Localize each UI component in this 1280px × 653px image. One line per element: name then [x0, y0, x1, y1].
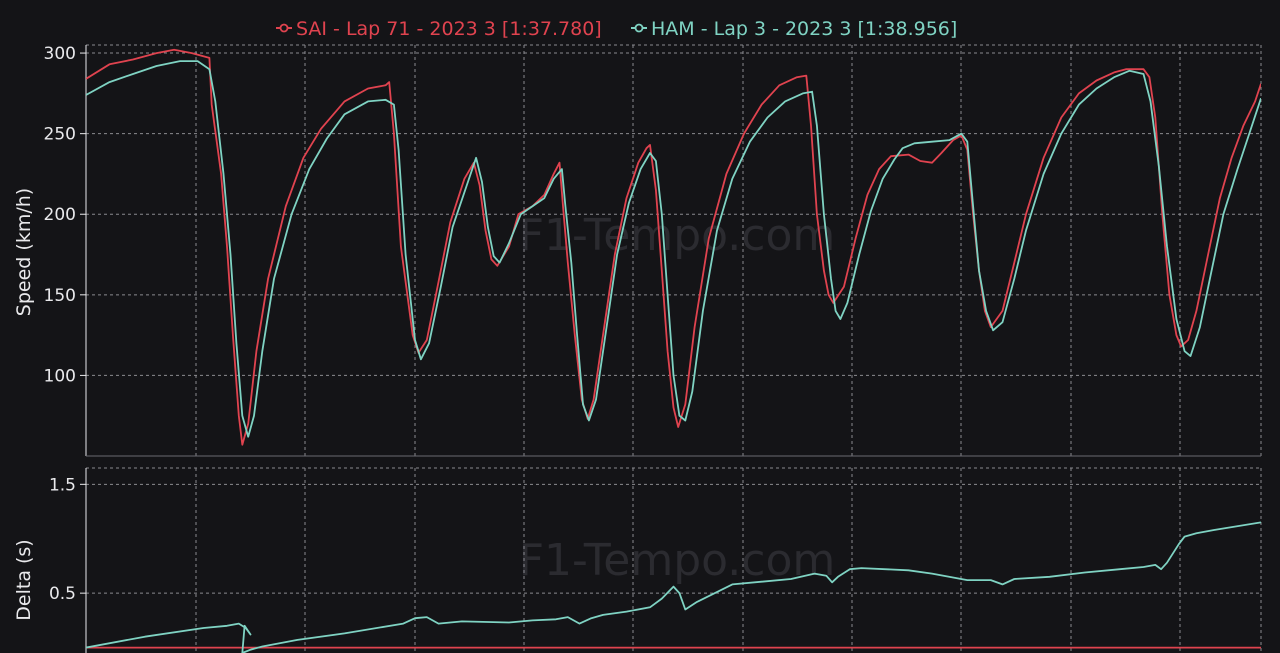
legend-label-ham: HAM - Lap 3 - 2023 3 [1:38.956] — [651, 18, 957, 40]
delta-y-axis-label: Delta (s) — [13, 539, 35, 620]
speed-ytick-label: 100 — [44, 366, 76, 386]
delta-ytick-label: 0.5 — [49, 584, 76, 604]
legend-marker-sai — [279, 23, 289, 33]
speed-ytick-label: 200 — [44, 205, 76, 225]
legend-marker-ham — [634, 23, 644, 33]
watermark-delta: F1-Tempo.com — [519, 535, 836, 586]
telemetry-chart: F1-Tempo.com F1-Tempo.com SAI - Lap 71 -… — [0, 0, 1280, 653]
delta-ytick-label: 1.5 — [49, 475, 76, 495]
speed-ytick-label: 250 — [44, 125, 76, 145]
speed-ytick-label: 150 — [44, 286, 76, 306]
legend-label-sai: SAI - Lap 71 - 2023 3 [1:37.780] — [296, 18, 602, 40]
speed-ytick-label: 300 — [44, 44, 76, 64]
legend-item-ham[interactable]: HAM - Lap 3 - 2023 3 [1:38.956] — [631, 18, 957, 40]
chart-svg: F1-Tempo.com F1-Tempo.com SAI - Lap 71 -… — [0, 0, 1280, 653]
legend-item-sai[interactable]: SAI - Lap 71 - 2023 3 [1:37.780] — [276, 18, 602, 40]
speed-y-axis-label: Speed (km/h) — [13, 188, 35, 316]
